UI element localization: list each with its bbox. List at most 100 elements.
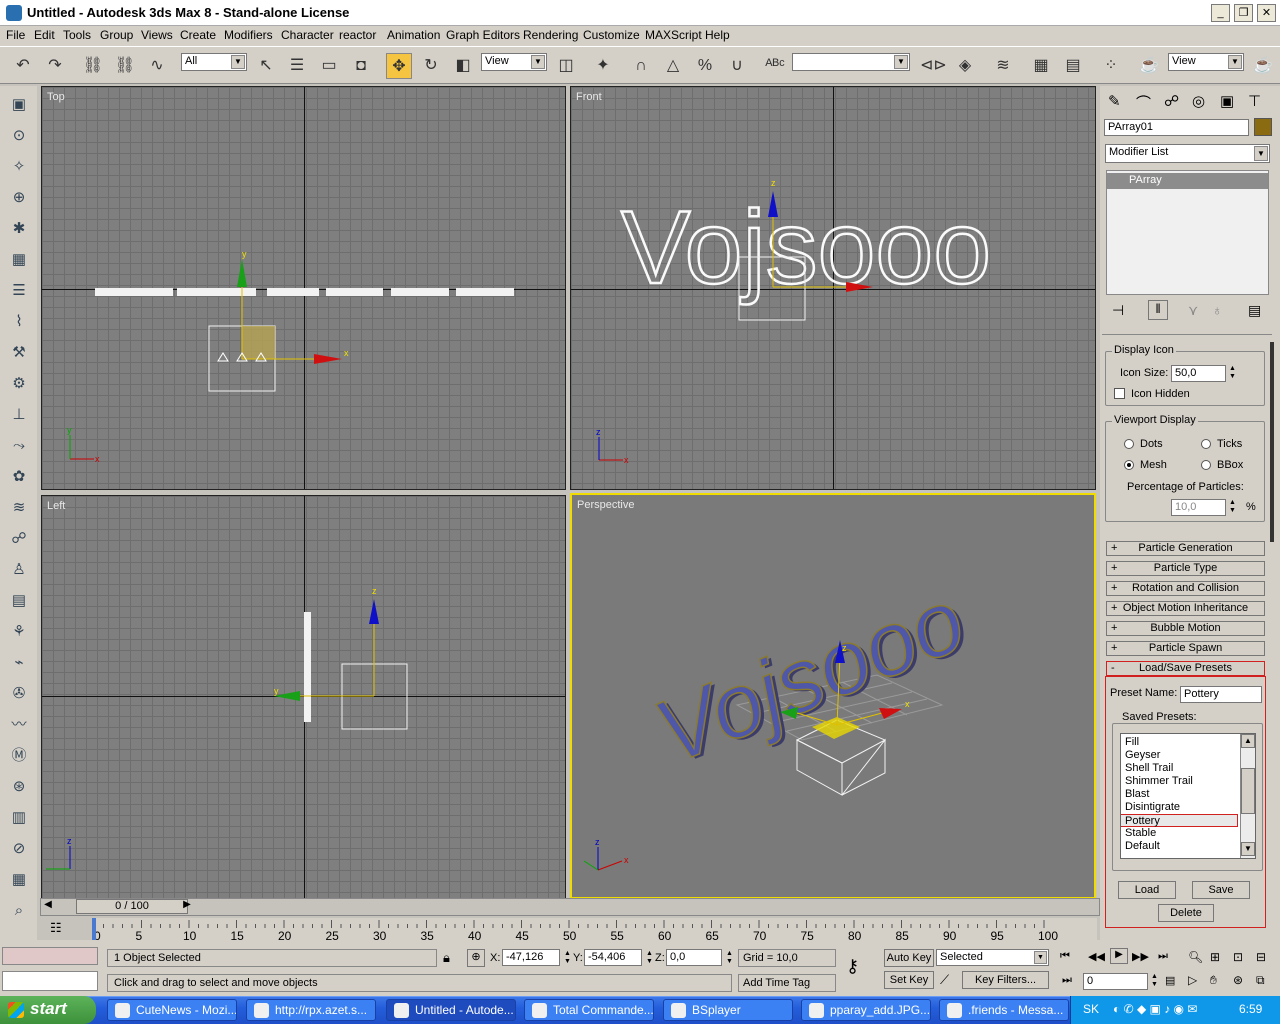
redo-icon[interactable]: ↷ xyxy=(42,53,68,79)
show-end-result-icon[interactable]: ‖ xyxy=(1148,300,1168,320)
play-icon[interactable]: ▶ xyxy=(1110,948,1128,964)
hierarchy-tab-icon[interactable]: ☍ xyxy=(1164,92,1179,110)
wave-icon[interactable]: ≋ xyxy=(8,497,30,519)
schematic-view-icon[interactable]: ▤ xyxy=(1060,53,1086,79)
preset-item[interactable]: Disintigrate xyxy=(1121,801,1239,814)
field-of-view-icon[interactable]: ▷ xyxy=(1188,973,1197,987)
bind-space-warp-icon[interactable]: ∿ xyxy=(144,53,170,79)
language-indicator[interactable]: SK xyxy=(1083,1002,1099,1016)
preset-item[interactable]: Pottery xyxy=(1121,814,1238,827)
time-slider-thumb[interactable]: 0 / 100 xyxy=(76,899,188,914)
maxscript-listener-mini[interactable] xyxy=(2,947,98,965)
save-button[interactable]: Save xyxy=(1192,881,1250,899)
arc-rotate-icon[interactable]: ⊛ xyxy=(1233,973,1243,987)
menu-tools[interactable]: Tools xyxy=(63,28,91,42)
menu-file[interactable]: File xyxy=(6,28,25,42)
display-tab-icon[interactable]: ▣ xyxy=(1220,92,1234,110)
zoom-extents-icon[interactable]: ⊡ xyxy=(1233,950,1243,964)
particles-icon[interactable]: ☰ xyxy=(8,280,30,302)
preset-item[interactable]: Fill xyxy=(1121,736,1239,749)
select-object-icon[interactable]: ↖ xyxy=(253,53,279,79)
viewport-perspective[interactable]: Perspective Vojsooo Vojsooo z x xz xyxy=(570,493,1096,899)
close-button[interactable]: ✕ xyxy=(1257,4,1276,22)
toy-car-icon[interactable]: ⊘ xyxy=(8,838,30,860)
key-mode-dropdown[interactable]: Selected ▼ xyxy=(936,949,1049,966)
y-spinner[interactable]: ▲ ▼ xyxy=(646,950,653,966)
preset-item[interactable]: Default xyxy=(1121,840,1239,853)
manipulate-icon[interactable]: ✦ xyxy=(590,53,616,79)
select-by-name-icon[interactable]: ☰ xyxy=(284,53,310,79)
menu-animation[interactable]: Animation xyxy=(387,28,440,42)
add-time-tag[interactable]: Add Time Tag xyxy=(738,974,836,992)
menu-character[interactable]: Character xyxy=(281,28,334,42)
rollout-rotation-and-collision[interactable]: + Rotation and Collision xyxy=(1106,581,1265,596)
set-key-button[interactable]: Set Key xyxy=(884,971,934,989)
rollout-object-motion-inheritance[interactable]: + Object Motion Inheritance xyxy=(1106,601,1265,616)
viewport-top[interactable]: Top x y xy xyxy=(41,86,566,490)
menu-help[interactable]: Help xyxy=(705,28,730,42)
rigid-body-icon[interactable]: ⚘ xyxy=(8,621,30,643)
named-selection-dropdown[interactable]: ▼ xyxy=(792,53,910,71)
percentage-field[interactable]: 10,0 xyxy=(1171,499,1226,516)
wind-icon[interactable]: 〰 xyxy=(8,714,30,736)
render-type-dropdown[interactable]: View ▼ xyxy=(1168,53,1244,71)
utilities-tab-icon[interactable]: ⊤ xyxy=(1248,92,1261,110)
current-frame-field[interactable]: 0 xyxy=(1083,973,1148,990)
spinner-snap-icon[interactable]: ∪ xyxy=(724,53,750,79)
remove-modifier-icon[interactable]: ♁ xyxy=(1212,302,1223,318)
y-coordinate-field[interactable]: -54,406 xyxy=(584,949,642,966)
taskbar-item[interactable]: Untitled - Autode... xyxy=(386,999,516,1021)
constraint-icon[interactable]: ☍ xyxy=(8,528,30,550)
stack-item-parray[interactable]: PArray xyxy=(1107,173,1268,189)
reactor-icon[interactable]: ⤳ xyxy=(8,435,30,457)
object-name-field[interactable]: PArray01 xyxy=(1104,119,1249,136)
key-filters-button[interactable]: Key Filters... xyxy=(962,971,1049,989)
time-configuration-icon[interactable]: ▤ xyxy=(1165,974,1175,987)
preset-name-field[interactable]: Pottery xyxy=(1180,686,1262,703)
water-icon[interactable]: ⌕ xyxy=(8,900,30,922)
motor-icon[interactable]: Ⓜ xyxy=(8,745,30,767)
lights-icon[interactable]: ✧ xyxy=(8,156,30,178)
shapes-icon[interactable]: ⊙ xyxy=(8,125,30,147)
scroll-thumb[interactable] xyxy=(1241,768,1255,814)
select-and-move-icon[interactable]: ✥ xyxy=(386,53,412,79)
window-crossing-icon[interactable]: ◘ xyxy=(348,53,374,79)
rollout-bubble-motion[interactable]: + Bubble Motion xyxy=(1106,621,1265,636)
reference-coordinate-dropdown[interactable]: View ▼ xyxy=(481,53,547,71)
select-and-scale-icon[interactable]: ◧ xyxy=(450,53,476,79)
menu-group[interactable]: Group xyxy=(100,28,133,42)
preset-item[interactable]: Geyser xyxy=(1121,749,1239,762)
set-keys-key-icon[interactable]: ⚷ xyxy=(846,956,859,977)
ticks-radio[interactable] xyxy=(1201,439,1211,449)
presets-scrollbar[interactable]: ▲ ▼ xyxy=(1240,734,1255,858)
car-icon[interactable]: ⊛ xyxy=(8,776,30,798)
maximize-button[interactable]: ❐ xyxy=(1234,4,1253,22)
key-mode-toggle-icon[interactable]: ⏭ xyxy=(1062,974,1072,987)
menu-reactor[interactable]: reactor xyxy=(339,28,376,42)
modify-tab-icon[interactable]: ⌒ xyxy=(1136,92,1151,113)
menu-modifiers[interactable]: Modifiers xyxy=(224,28,273,42)
menu-customize[interactable]: Customize xyxy=(583,28,640,42)
previous-frame-icon[interactable]: ◀◀ xyxy=(1088,950,1105,963)
nurbs-icon[interactable]: ⌇ xyxy=(8,311,30,333)
snaps-toggle-icon[interactable]: ∩ xyxy=(628,53,654,79)
time-slider[interactable]: ◀ 0 / 100 ▶ xyxy=(40,898,1100,916)
rollout-particle-generation[interactable]: + Particle Generation xyxy=(1106,541,1265,556)
menu-views[interactable]: Views xyxy=(141,28,173,42)
x-spinner[interactable]: ▲ ▼ xyxy=(564,950,571,966)
unlink-icon[interactable]: ⛓ xyxy=(112,53,138,79)
default-tangents-icon[interactable]: ⟋ xyxy=(940,972,949,988)
curve-editor-icon[interactable]: ▦ xyxy=(1028,53,1054,79)
bone-icon[interactable]: ⊥ xyxy=(8,404,30,426)
time-slider-left-icon[interactable]: ◀ xyxy=(41,899,55,914)
taskbar-item[interactable]: Total Commande... xyxy=(524,999,654,1021)
auto-key-button[interactable]: Auto Key xyxy=(884,949,934,967)
scroll-up-icon[interactable]: ▲ xyxy=(1241,734,1255,748)
percent-snap-icon[interactable]: % xyxy=(692,53,718,79)
viewport-left[interactable]: Left z y z xyxy=(41,495,566,899)
zoom-extents-all-icon[interactable]: ⊟ xyxy=(1256,950,1266,964)
z-coordinate-field[interactable]: 0,0 xyxy=(666,949,722,966)
saved-presets-list[interactable]: Fill Geyser Shell Trail Shimmer Trail Blast D… xyxy=(1120,733,1256,859)
compound-icon[interactable]: ▦ xyxy=(8,249,30,271)
app-icon[interactable] xyxy=(6,5,22,21)
